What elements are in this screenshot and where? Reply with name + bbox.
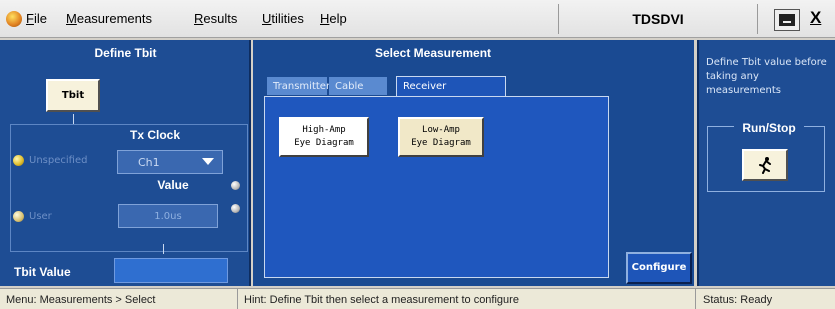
low-amp-line1: Low-Amp bbox=[422, 125, 460, 135]
runstop-title: Run/Stop bbox=[734, 121, 804, 135]
close-button[interactable]: X bbox=[810, 8, 821, 28]
tbit-button[interactable]: Tbit bbox=[46, 79, 100, 112]
status-ready: Status: Ready bbox=[703, 294, 773, 306]
configure-button[interactable]: Configure bbox=[626, 252, 692, 284]
radio-user[interactable] bbox=[13, 211, 24, 222]
user-value-field[interactable]: 1.0us bbox=[118, 204, 218, 228]
tab-cable[interactable]: Cable bbox=[329, 77, 387, 95]
connector-line bbox=[73, 114, 74, 124]
connector-line-2 bbox=[163, 244, 164, 254]
menu-results[interactable]: Results bbox=[194, 11, 237, 26]
define-tbit-title: Define Tbit bbox=[94, 46, 157, 60]
radio-user-label: User bbox=[29, 211, 52, 222]
select-measurement-title: Select Measurement bbox=[374, 46, 492, 60]
clock-source-value: Ch1 bbox=[138, 155, 160, 169]
radio-unspecified[interactable] bbox=[13, 155, 24, 166]
high-amp-line2: Eye Diagram bbox=[294, 138, 354, 148]
run-stop-button[interactable] bbox=[742, 149, 788, 181]
value-label: Value bbox=[157, 178, 189, 192]
low-amp-eye-diagram-button[interactable]: Low-Amp Eye Diagram bbox=[398, 117, 484, 157]
high-amp-eye-diagram-button[interactable]: High-Amp Eye Diagram bbox=[279, 117, 369, 157]
tbit-value-label: Tbit Value bbox=[14, 265, 71, 279]
status-menu-path: Menu: Measurements > Select bbox=[0, 289, 238, 309]
low-amp-line2: Eye Diagram bbox=[411, 138, 471, 148]
tbit-notice: Define Tbit value before taking any meas… bbox=[706, 57, 827, 96]
value-knob-icon[interactable] bbox=[231, 204, 240, 213]
tab-transmitter[interactable]: Transmitter bbox=[267, 77, 330, 95]
high-amp-line1: High-Amp bbox=[302, 125, 346, 135]
radio-unspecified-label: Unspecified bbox=[29, 155, 88, 166]
status-bar: Menu: Measurements > Select Hint: Define… bbox=[0, 288, 835, 309]
minimize-icon bbox=[779, 14, 795, 26]
app-logo-icon bbox=[6, 11, 22, 27]
minimize-button[interactable] bbox=[774, 9, 800, 31]
menu-help[interactable]: Help bbox=[320, 11, 347, 26]
menu-measurements[interactable]: Measurements bbox=[66, 11, 152, 26]
tx-clock-label: Tx Clock bbox=[129, 128, 180, 142]
menu-file[interactable]: File bbox=[26, 11, 47, 26]
app-title: TDSDVI bbox=[558, 4, 758, 34]
menu-utilities[interactable]: Utilities bbox=[262, 11, 304, 26]
tab-receiver[interactable]: Receiver bbox=[396, 76, 506, 96]
tbit-value-field bbox=[114, 258, 228, 283]
clock-source-dropdown[interactable]: Ch1 bbox=[117, 150, 223, 174]
status-hint: Hint: Define Tbit then select a measurem… bbox=[238, 289, 696, 309]
chevron-down-icon bbox=[202, 158, 214, 165]
running-man-icon bbox=[759, 157, 771, 174]
menu-bar: File Measurements Results Utilities Help… bbox=[0, 0, 835, 38]
knob-indicator-icon bbox=[231, 181, 240, 190]
